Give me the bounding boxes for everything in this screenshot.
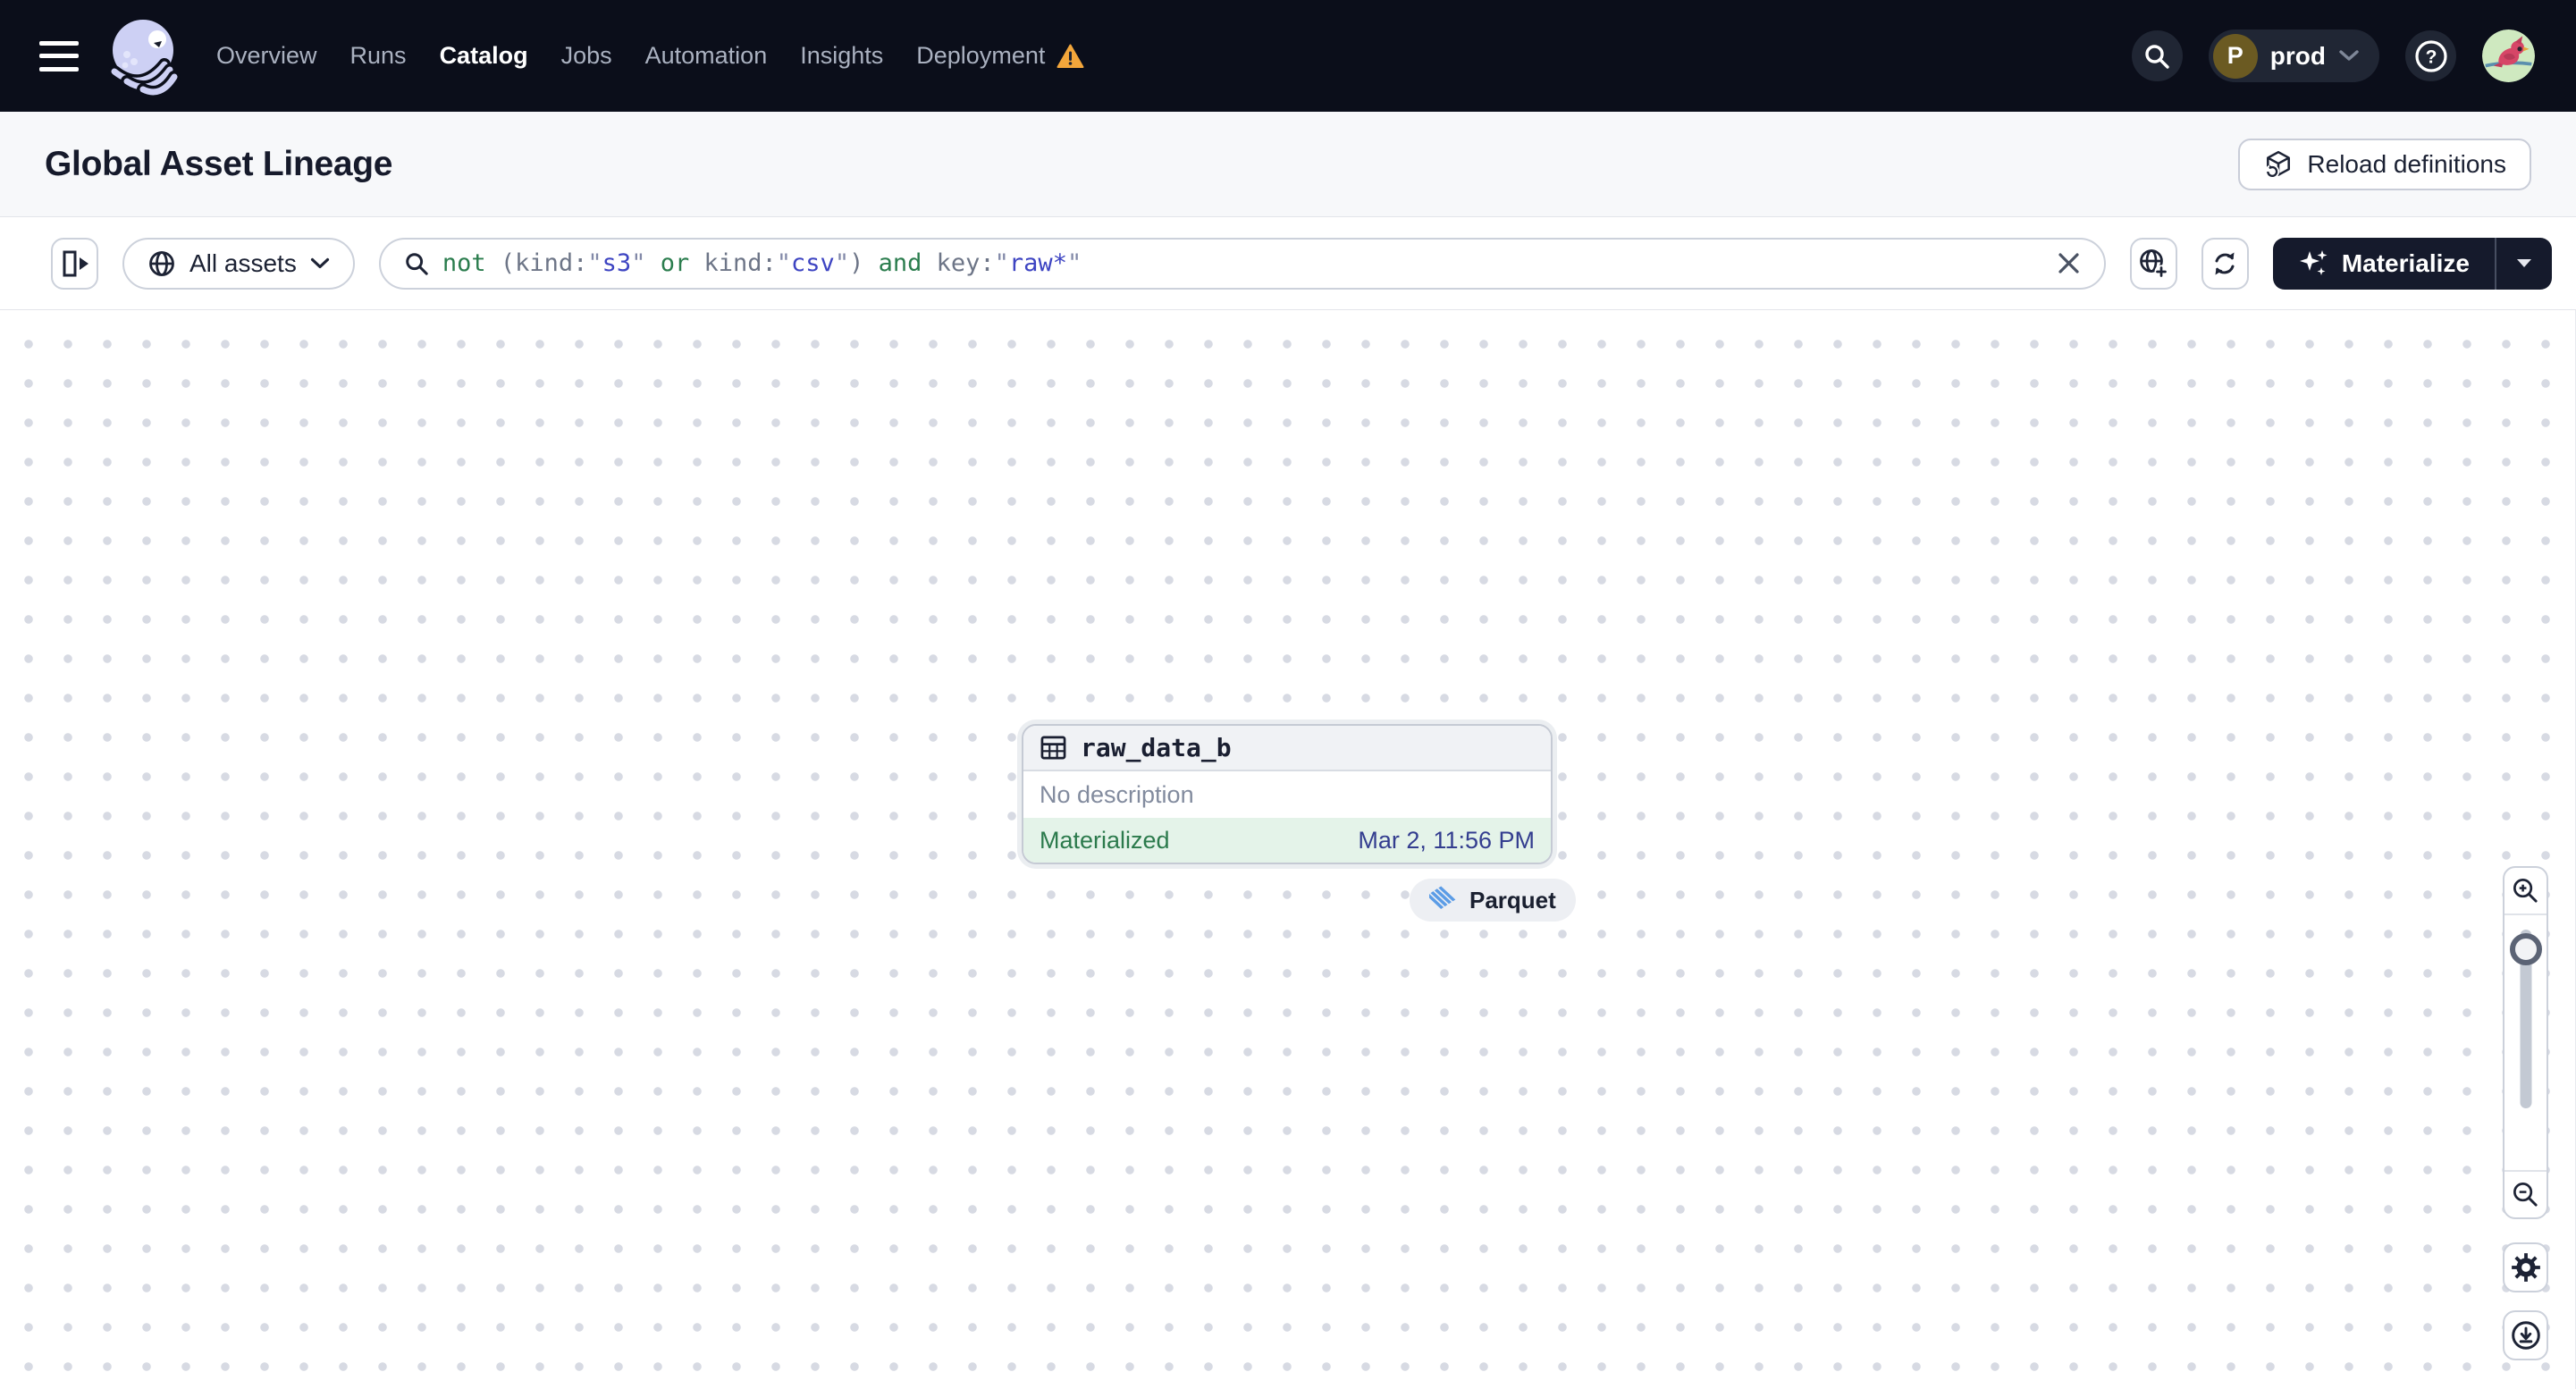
- environment-initial-badge: P: [2212, 33, 2258, 79]
- clear-search-button[interactable]: [2057, 251, 2081, 275]
- gear-icon: [2511, 1253, 2540, 1282]
- nav-item-label: Catalog: [439, 42, 528, 69]
- download-graph-button[interactable]: [2503, 1310, 2548, 1360]
- materialize-button[interactable]: Materialize: [2273, 238, 2495, 290]
- page-title: Global Asset Lineage: [45, 144, 393, 183]
- reload-definitions-label: Reload definitions: [2307, 149, 2506, 178]
- panel-open-icon: [63, 250, 88, 276]
- zoom-in-button[interactable]: [2504, 868, 2547, 915]
- help-button[interactable]: ?: [2405, 30, 2456, 81]
- open-side-panel-button[interactable]: [51, 237, 98, 290]
- asset-description: No description: [1040, 780, 1194, 808]
- environment-name: prod: [2269, 41, 2326, 70]
- close-icon: [2058, 253, 2079, 274]
- globe-add-icon: [2140, 248, 2168, 278]
- view-full-graph-button[interactable]: [2129, 237, 2177, 290]
- caret-down-icon: [2517, 259, 2531, 267]
- zoom-controls: [2503, 866, 2548, 1219]
- asset-materialized-timestamp: Mar 2, 11:56 PM: [1358, 826, 1535, 854]
- lineage-graph-canvas[interactable]: raw_data_b No description Materialized M…: [0, 310, 2576, 1389]
- top-navbar: Overview Runs Catalog Jobs Automation Insight…: [0, 0, 2576, 112]
- global-search-button[interactable]: [2131, 30, 2183, 81]
- search-icon: [2145, 44, 2169, 69]
- nav-item-label: Jobs: [560, 42, 612, 69]
- chevron-down-icon: [2339, 50, 2359, 61]
- materialize-label: Materialize: [2341, 248, 2470, 277]
- chevron-down-icon: [310, 257, 329, 268]
- asset-node-footer: Materialized Mar 2, 11:56 PM: [1023, 818, 1551, 863]
- search-query-text: not (kind:"s3" or kind:"csv") and key:"r…: [442, 249, 1082, 277]
- zoom-slider[interactable]: [2504, 915, 2547, 1170]
- nav-item-label: Overview: [216, 42, 317, 69]
- asset-name: raw_data_b: [1081, 733, 1232, 762]
- asset-status: Materialized: [1040, 826, 1170, 854]
- table-icon: [1040, 736, 1066, 760]
- svg-text:?: ?: [2425, 46, 2437, 67]
- kind-badge-label: Parquet: [1469, 886, 1556, 913]
- nav-item-jobs[interactable]: Jobs: [561, 42, 612, 70]
- zoom-slider-thumb[interactable]: [2509, 933, 2542, 965]
- reload-definitions-button[interactable]: Reload definitions: [2238, 138, 2531, 190]
- user-avatar[interactable]: [2482, 29, 2535, 82]
- refresh-icon: [2215, 252, 2235, 274]
- nav-item-deployment[interactable]: Deployment: [916, 42, 1084, 70]
- asset-filter-label: All assets: [189, 248, 297, 277]
- asset-node-header: raw_data_b: [1023, 726, 1551, 771]
- environment-switcher[interactable]: P prod: [2208, 29, 2379, 82]
- globe-icon: [149, 250, 174, 276]
- primary-nav: Overview Runs Catalog Jobs Automation Insight…: [216, 42, 1084, 70]
- asset-search-input[interactable]: not (kind:"s3" or kind:"csv") and key:"r…: [378, 237, 2106, 290]
- download-icon: [2511, 1321, 2540, 1350]
- hamburger-menu-icon[interactable]: [39, 40, 79, 72]
- nav-item-label: Insights: [800, 42, 884, 69]
- dagster-logo[interactable]: [104, 16, 181, 97]
- nav-item-automation[interactable]: Automation: [645, 42, 768, 70]
- warning-triangle-icon: [1056, 44, 1084, 68]
- refresh-button[interactable]: [2201, 237, 2249, 290]
- parquet-icon: [1429, 886, 1456, 909]
- page-header: Global Asset Lineage Reload definitions: [0, 112, 2576, 217]
- question-mark-icon: ?: [2414, 39, 2447, 72]
- navbar-right: P prod ?: [2131, 29, 2535, 82]
- graph-settings-button[interactable]: [2503, 1242, 2548, 1292]
- nav-item-insights[interactable]: Insights: [800, 42, 883, 70]
- nav-item-catalog[interactable]: Catalog: [440, 42, 528, 70]
- kind-badge-parquet[interactable]: Parquet: [1410, 879, 1576, 922]
- zoom-in-icon: [2513, 879, 2538, 903]
- reload-cube-icon: [2265, 150, 2291, 179]
- nav-item-runs[interactable]: Runs: [350, 42, 407, 70]
- materialize-split-button: Materialize: [2272, 237, 2552, 290]
- sparkles-icon: [2299, 249, 2328, 275]
- asset-filter-dropdown[interactable]: All assets: [122, 237, 355, 290]
- nav-item-overview[interactable]: Overview: [216, 42, 317, 70]
- nav-item-label: Automation: [644, 42, 768, 69]
- lineage-toolbar: All assets not (kind:"s3" or kind:"csv")…: [0, 217, 2576, 310]
- nav-item-label: Runs: [349, 42, 407, 69]
- search-icon: [406, 252, 428, 275]
- asset-node-raw-data-b[interactable]: raw_data_b No description Materialized M…: [1022, 724, 1553, 864]
- zoom-out-icon: [2513, 1183, 2538, 1207]
- materialize-options-button[interactable]: [2496, 238, 2552, 290]
- cardinal-bird-avatar: [2482, 29, 2535, 82]
- zoom-out-button[interactable]: [2504, 1170, 2547, 1217]
- nav-item-label: Deployment: [916, 42, 1046, 69]
